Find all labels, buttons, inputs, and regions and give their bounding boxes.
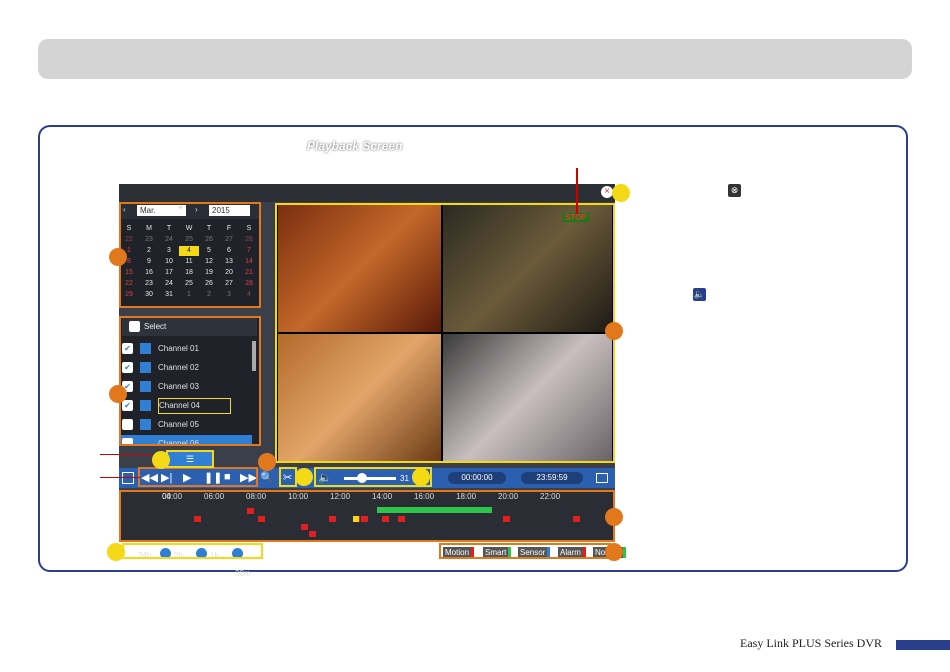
leader-line-controls — [100, 477, 140, 478]
volume-icon-sample: 🔈 — [693, 288, 706, 301]
leader-line-list — [100, 454, 152, 455]
marker-legend — [605, 543, 623, 561]
marker-clip — [295, 468, 313, 486]
marker-close — [612, 184, 630, 202]
annotation-box-list-toggle — [166, 450, 214, 468]
fullscreen-icon[interactable] — [122, 472, 134, 484]
close-icon-sample: ⊗ — [728, 184, 741, 197]
footer-title: Easy Link PLUS Series DVR — [740, 636, 882, 650]
marker-calendar — [109, 248, 127, 266]
screen-title: Playback Screen — [307, 139, 403, 153]
search-icon[interactable]: 🔍 — [260, 471, 274, 484]
marker-channels — [109, 385, 127, 403]
header-bar — [38, 39, 912, 79]
footer-bar — [896, 640, 950, 650]
leader-line-stop — [576, 168, 578, 214]
annotation-box-calendar — [119, 202, 261, 308]
marker-volume — [412, 468, 430, 486]
marker-search — [258, 453, 276, 471]
annotation-box-controls — [138, 467, 258, 487]
dvr-titlebar — [119, 184, 615, 202]
time-start-field[interactable]: 00:00:00 — [448, 472, 506, 484]
marker-timeline — [605, 508, 623, 526]
annotation-box-video — [275, 203, 615, 463]
zoom-label: 30m — [235, 569, 251, 578]
chart-icon[interactable] — [596, 473, 608, 483]
marker-list-toggle — [152, 451, 170, 469]
marker-video — [605, 322, 623, 340]
annotation-box-legend — [439, 543, 611, 559]
time-end-field[interactable]: 23:59:59 — [521, 472, 583, 484]
annotation-box-channels — [119, 316, 261, 446]
annotation-box-zoom — [122, 543, 263, 559]
annotation-box-timeline — [119, 490, 615, 542]
marker-zoom — [107, 543, 125, 561]
